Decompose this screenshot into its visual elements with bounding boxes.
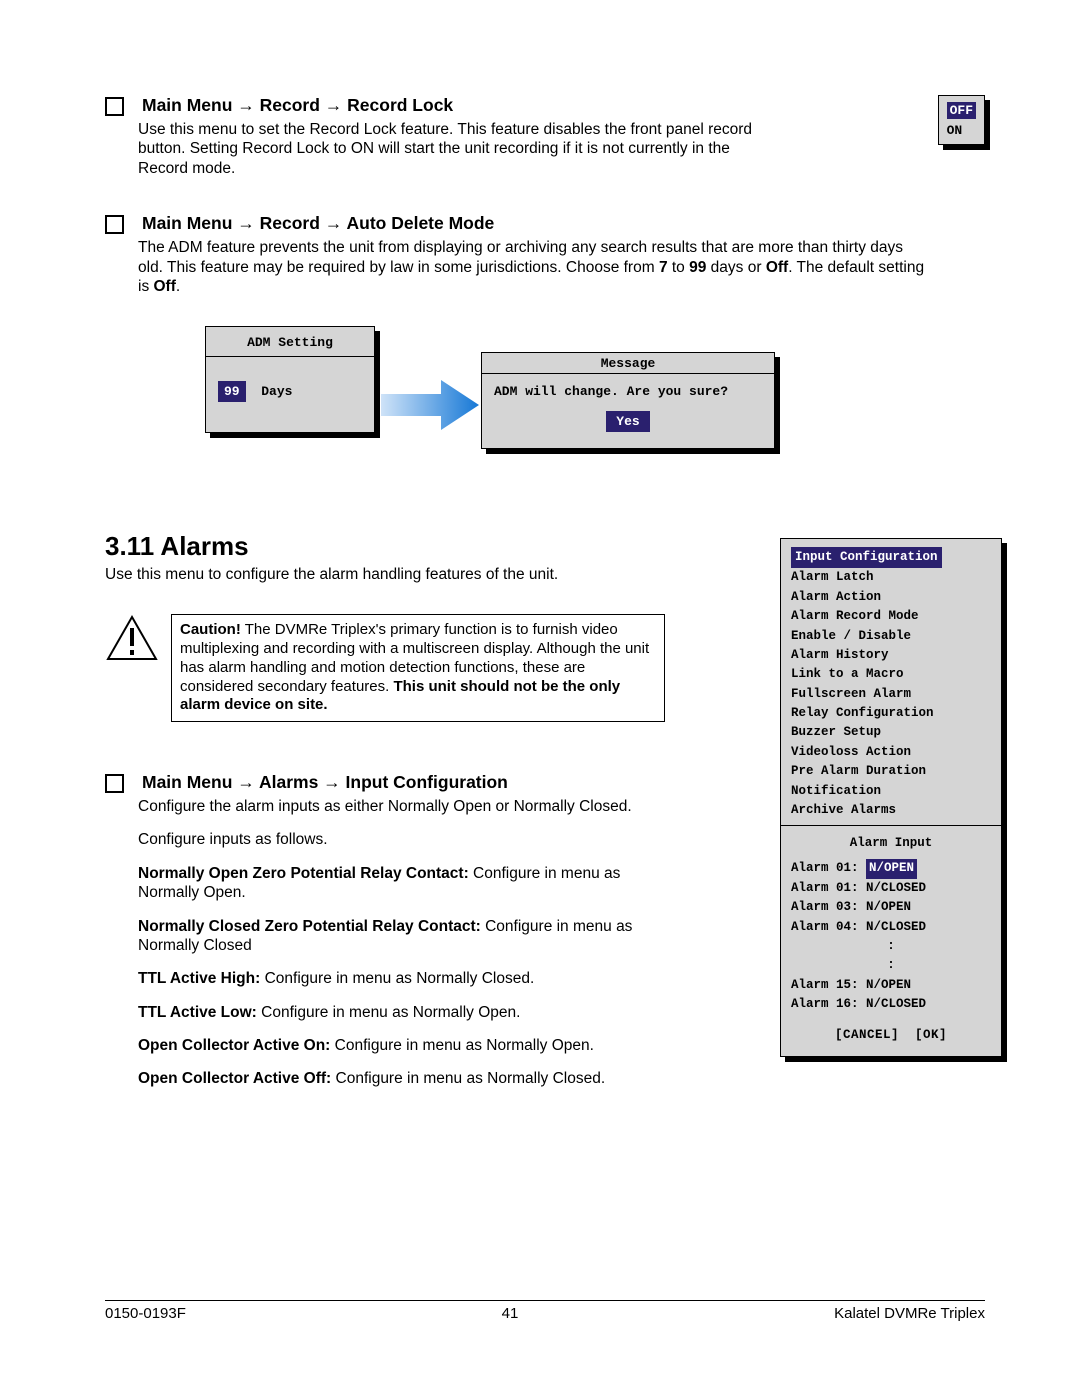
row-label: Alarm 04: bbox=[791, 920, 859, 934]
caution-lead: Caution! bbox=[180, 621, 241, 638]
yes-button[interactable]: Yes bbox=[606, 411, 649, 432]
input-config-body: Configure the alarm inputs as either Nor… bbox=[138, 797, 658, 1089]
alarm-menu-box: Input Configuration Alarm Latch Alarm Ac… bbox=[780, 538, 1002, 831]
adm-end: . bbox=[176, 278, 180, 295]
row-label: Alarm 15: bbox=[791, 978, 859, 992]
row-value: N/CLOSED bbox=[866, 881, 926, 895]
alarm-menu-item[interactable]: Alarm Record Mode bbox=[791, 607, 991, 626]
row-value: N/CLOSED bbox=[866, 920, 926, 934]
alarm-menu-item[interactable]: Videoloss Action bbox=[791, 743, 991, 762]
ok-button[interactable]: [OK] bbox=[915, 1028, 947, 1042]
checkbox-icon bbox=[105, 215, 124, 234]
page-footer: 0150-0193F 41 Kalatel DVMRe Triplex bbox=[105, 1300, 985, 1322]
adm-mid2: days or bbox=[706, 259, 765, 276]
adm-setting-box: ADM Setting 99 Days bbox=[205, 326, 375, 433]
alarm-menu-item[interactable]: Alarm History bbox=[791, 646, 991, 665]
alarm-menu-item[interactable]: Alarm Latch bbox=[791, 568, 991, 587]
adm-boff2: Off bbox=[154, 278, 176, 295]
message-box: Message ADM will change. Are you sure? Y… bbox=[481, 352, 775, 449]
cancel-button[interactable]: [CANCEL] bbox=[835, 1028, 899, 1042]
adm-mid1: to bbox=[668, 259, 690, 276]
alarm-input-row[interactable]: Alarm 15: N/OPEN bbox=[791, 976, 991, 995]
alarm-menu-item[interactable]: Link to a Macro bbox=[791, 665, 991, 684]
ic-ocon-lead: Open Collector Active On: bbox=[138, 1037, 330, 1054]
alarm-menu-item[interactable]: Enable / Disable bbox=[791, 627, 991, 646]
row-value: N/OPEN bbox=[866, 900, 911, 914]
alarm-menu-item[interactable]: Relay Configuration bbox=[791, 704, 991, 723]
row-label: Alarm 01: bbox=[791, 861, 859, 875]
onoff-on[interactable]: ON bbox=[947, 123, 976, 138]
alarm-input-row[interactable]: Alarm 04: N/CLOSED bbox=[791, 918, 991, 937]
caution-note: Caution! The DVMRe Triplex's primary fun… bbox=[105, 614, 665, 722]
row-value: N/OPEN bbox=[866, 859, 917, 878]
footer-right: Kalatel DVMRe Triplex bbox=[834, 1305, 985, 1322]
ic-tal-body: Configure in menu as Normally Open. bbox=[257, 1004, 521, 1021]
ic-p1: Configure the alarm inputs as either Nor… bbox=[138, 797, 658, 816]
adm-body: The ADM feature prevents the unit from d… bbox=[138, 238, 928, 296]
row-label: Alarm 03: bbox=[791, 900, 859, 914]
row-label: Alarm 01: bbox=[791, 881, 859, 895]
ic-tal-lead: TTL Active Low: bbox=[138, 1004, 257, 1021]
alarm-menu-item[interactable]: Notification bbox=[791, 782, 991, 801]
input-config-title: Main Menu → Alarms → Input Configuration bbox=[142, 772, 508, 793]
record-lock-body: Use this menu to set the Record Lock fea… bbox=[138, 120, 768, 178]
alarm-input-title: Alarm Input bbox=[791, 834, 991, 853]
adm-heading: Main Menu → Record → Auto Delete Mode bbox=[105, 213, 985, 234]
row-label: Alarm 16: bbox=[791, 997, 859, 1011]
record-lock-title: Main Menu → Record → Record Lock bbox=[142, 95, 453, 116]
alarm-menu-item[interactable]: Buzzer Setup bbox=[791, 723, 991, 742]
adm-value[interactable]: 99 bbox=[218, 381, 246, 402]
message-title: Message bbox=[482, 353, 774, 374]
alarm-menu-item[interactable]: Input Configuration bbox=[791, 547, 942, 568]
onoff-menu-box: OFF ON bbox=[938, 95, 985, 145]
ic-nc-lead: Normally Closed Zero Potential Relay Con… bbox=[138, 918, 481, 935]
alarm-menu-item[interactable]: Pre Alarm Duration bbox=[791, 762, 991, 781]
checkbox-icon bbox=[105, 774, 124, 793]
ic-ocoff-lead: Open Collector Active Off: bbox=[138, 1070, 331, 1087]
ic-tah-body: Configure in menu as Normally Closed. bbox=[260, 970, 534, 987]
dots: : bbox=[791, 937, 991, 956]
ic-no-lead: Normally Open Zero Potential Relay Conta… bbox=[138, 865, 469, 882]
ic-ocoff-body: Configure in menu as Normally Closed. bbox=[331, 1070, 605, 1087]
gradient-arrow-icon bbox=[381, 378, 481, 432]
row-value: N/CLOSED bbox=[866, 997, 926, 1011]
adm-title: Main Menu → Record → Auto Delete Mode bbox=[142, 213, 494, 234]
alarm-input-row[interactable]: Alarm 03: N/OPEN bbox=[791, 898, 991, 917]
record-lock-heading: Main Menu → Record → Record Lock bbox=[105, 95, 985, 116]
row-value: N/OPEN bbox=[866, 978, 911, 992]
alarm-menu-item[interactable]: Archive Alarms bbox=[791, 801, 991, 820]
adm-flow-graphic: ADM Setting 99 Days bbox=[205, 326, 985, 486]
adm-b7: 7 bbox=[659, 259, 668, 276]
dots: : bbox=[791, 956, 991, 975]
alarm-input-row[interactable]: Alarm 01: N/OPEN bbox=[791, 859, 991, 878]
message-text: ADM will change. Are you sure? bbox=[490, 384, 766, 399]
ic-tah-lead: TTL Active High: bbox=[138, 970, 260, 987]
alarm-input-box: Alarm Input Alarm 01: N/OPEN Alarm 01: N… bbox=[780, 825, 1002, 1057]
onoff-off[interactable]: OFF bbox=[947, 102, 976, 119]
alarm-menu-item[interactable]: Fullscreen Alarm bbox=[791, 685, 991, 704]
alarm-input-row[interactable]: Alarm 16: N/CLOSED bbox=[791, 995, 991, 1014]
adm-days: Days bbox=[261, 384, 292, 399]
footer-left: 0150-0193F bbox=[105, 1305, 186, 1322]
checkbox-icon bbox=[105, 97, 124, 116]
warning-triangle-icon bbox=[105, 614, 159, 662]
adm-b99: 99 bbox=[689, 259, 706, 276]
adm-setting-title: ADM Setting bbox=[206, 327, 374, 357]
ic-ocon-body: Configure in menu as Normally Open. bbox=[330, 1037, 594, 1054]
alarm-input-row[interactable]: Alarm 01: N/CLOSED bbox=[791, 879, 991, 898]
ic-p2: Configure inputs as follows. bbox=[138, 830, 658, 849]
alarm-menu-item[interactable]: Alarm Action bbox=[791, 588, 991, 607]
adm-boff: Off bbox=[766, 259, 788, 276]
footer-page-number: 41 bbox=[502, 1305, 519, 1322]
